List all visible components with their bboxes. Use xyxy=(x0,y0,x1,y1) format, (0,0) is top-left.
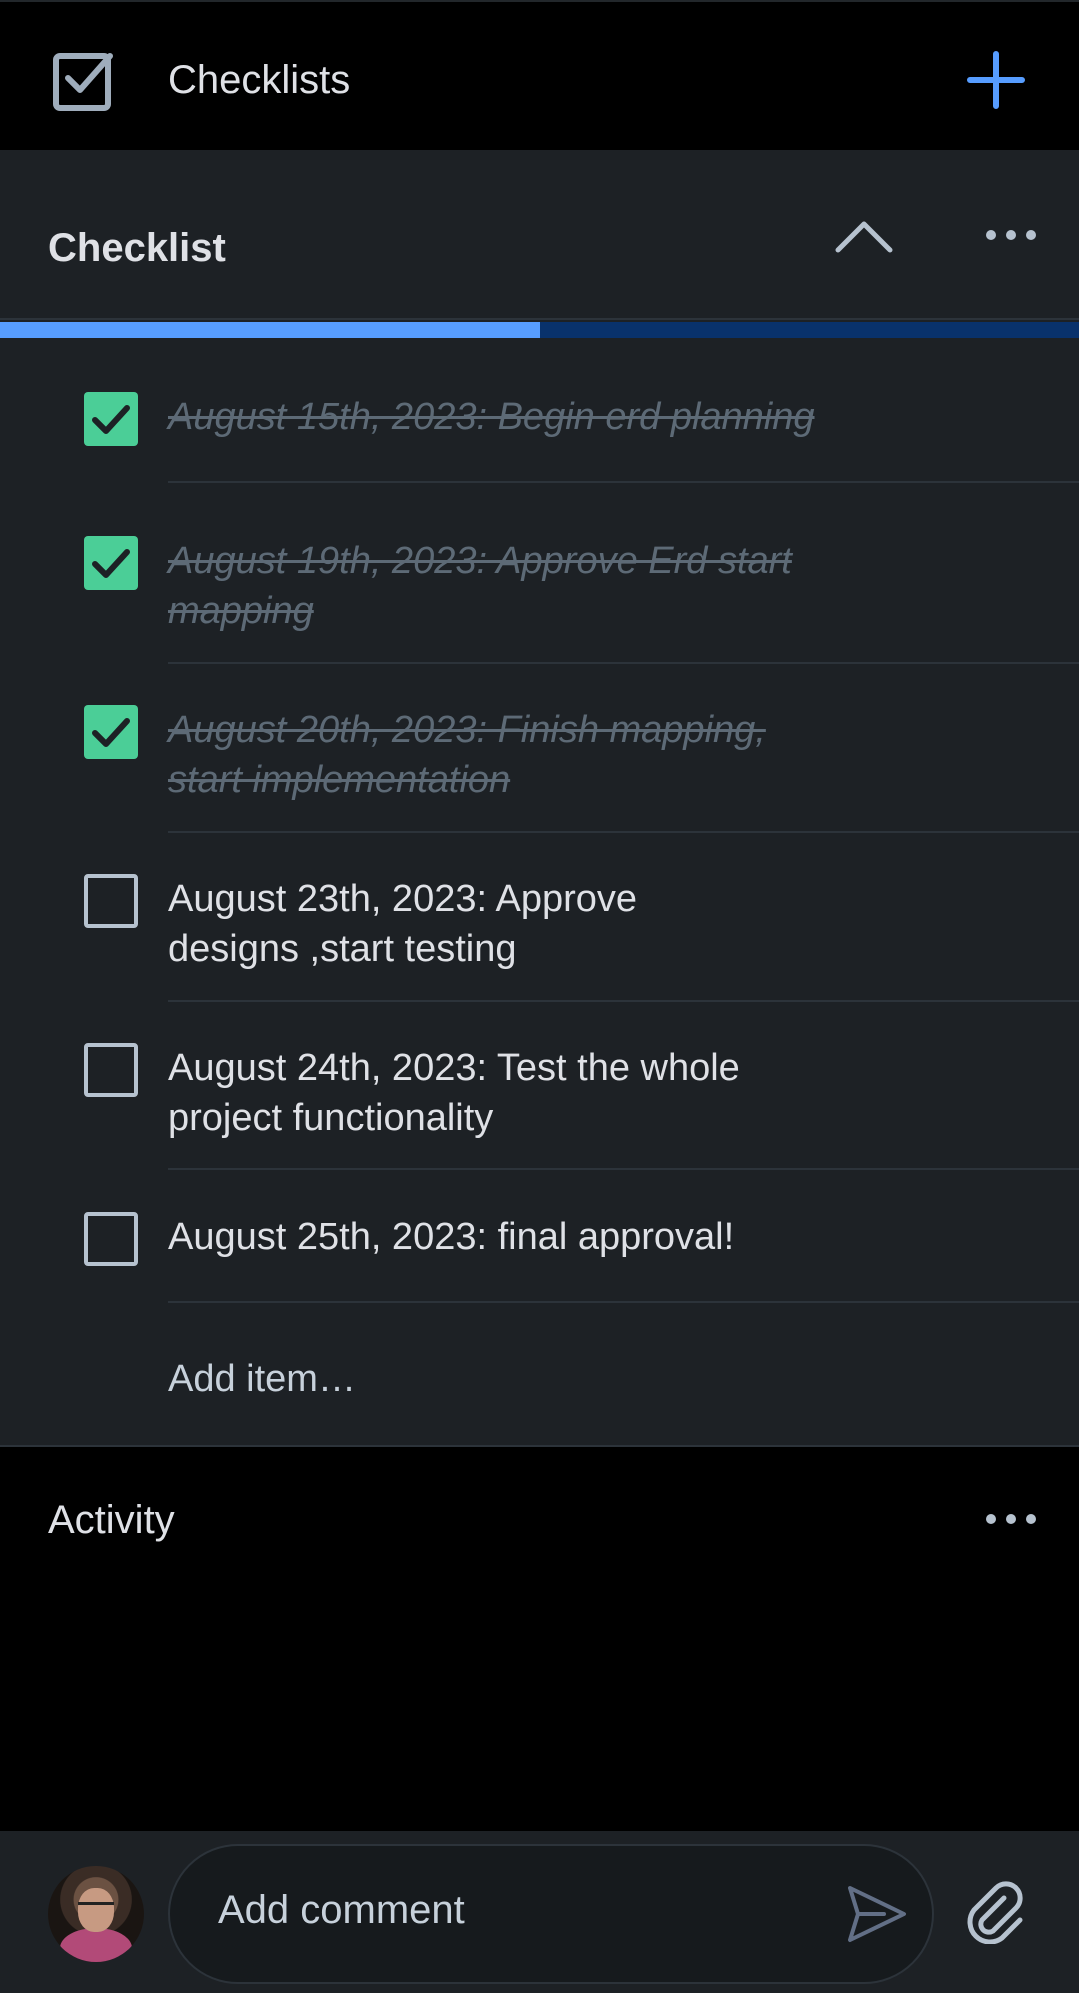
divider xyxy=(168,1000,1079,1002)
plus-icon[interactable] xyxy=(964,48,1028,112)
activity-title: Activity xyxy=(48,1498,175,1542)
divider xyxy=(168,662,1079,664)
comment-field[interactable] xyxy=(168,1844,934,1984)
avatar[interactable] xyxy=(48,1866,144,1962)
item-text-line: August 19th, 2023: Approve Erd start xyxy=(168,540,792,582)
item-text[interactable]: August 24th, 2023: Test the whole projec… xyxy=(168,1043,868,1143)
activity-more-icon[interactable] xyxy=(984,1509,1040,1529)
item-checkbox[interactable] xyxy=(84,536,138,590)
checkbox-icon xyxy=(53,53,113,111)
checklist-more-icon[interactable] xyxy=(984,225,1040,245)
divider xyxy=(168,1301,1079,1303)
avatar-shirt xyxy=(60,1928,132,1962)
divider xyxy=(168,1168,1079,1170)
add-item-button[interactable]: Add item… xyxy=(168,1354,356,1404)
item-checkbox[interactable] xyxy=(84,705,138,759)
item-text[interactable]: August 19th, 2023: Approve Erd start map… xyxy=(168,536,868,636)
item-text[interactable]: August 20th, 2023: Finish mapping, start… xyxy=(168,705,868,805)
checklist-progress-fill xyxy=(0,322,540,338)
checklist-progress-bar xyxy=(0,322,1079,338)
item-text[interactable]: August 23th, 2023: Approve designs ,star… xyxy=(168,874,868,974)
app-header: Checklists xyxy=(0,0,1079,148)
page-title: Checklists xyxy=(168,58,351,102)
item-text-line: August 23th, 2023: Approve xyxy=(168,878,638,920)
item-text-line: start implementation xyxy=(168,759,511,801)
comment-input[interactable] xyxy=(218,1888,798,1933)
item-text[interactable]: August 25th, 2023: final approval! xyxy=(168,1212,868,1262)
divider xyxy=(0,1445,1079,1447)
avatar-glasses xyxy=(78,1902,114,1913)
item-text-line: August 15th, 2023: Begin erd planning xyxy=(168,396,815,438)
item-checkbox[interactable] xyxy=(84,392,138,446)
item-checkbox[interactable] xyxy=(84,1212,138,1266)
item-text-line: August 20th, 2023: Finish mapping, xyxy=(168,709,766,751)
divider xyxy=(0,318,1079,320)
send-icon[interactable] xyxy=(844,1882,908,1946)
chevron-up-icon[interactable] xyxy=(832,210,896,266)
item-text-line: designs ,start testing xyxy=(168,928,517,970)
item-text-line: project functionality xyxy=(168,1097,494,1139)
checkmark-icon xyxy=(92,405,130,434)
paperclip-icon[interactable] xyxy=(964,1880,1028,1944)
divider xyxy=(168,481,1079,483)
item-text-line: mapping xyxy=(168,590,314,632)
checkmark-icon xyxy=(92,718,130,747)
item-checkbox[interactable] xyxy=(84,874,138,928)
checklist-title[interactable]: Checklist xyxy=(48,222,226,274)
item-text[interactable]: August 15th, 2023: Begin erd planning xyxy=(168,392,868,442)
item-checkbox[interactable] xyxy=(84,1043,138,1097)
checkmark-icon xyxy=(92,549,130,578)
item-text-line: August 25th, 2023: final approval! xyxy=(168,1216,735,1258)
item-text-line: August 24th, 2023: Test the whole xyxy=(168,1047,740,1089)
divider xyxy=(168,831,1079,833)
